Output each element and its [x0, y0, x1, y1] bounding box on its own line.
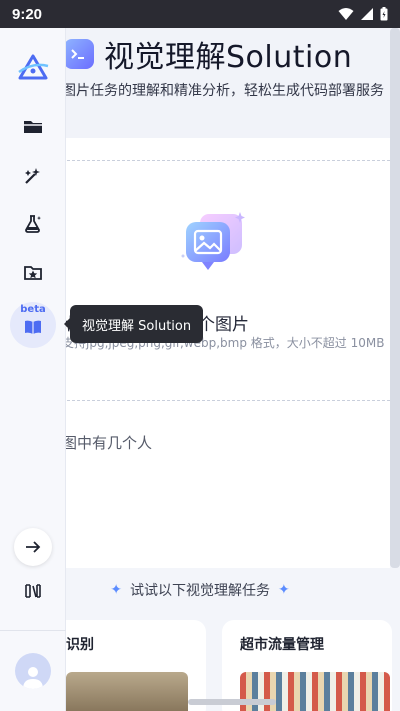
page-subtitle: 图片任务的理解和精准分析，轻松生成代码部署服务: [62, 83, 384, 99]
wifi-icon: [338, 8, 354, 20]
scrollbar[interactable]: [390, 28, 400, 568]
logo-icon: [18, 54, 49, 80]
battery-icon: [380, 7, 388, 21]
prompt-input[interactable]: 图中有几个人: [62, 432, 152, 453]
title-row: 视觉理解Solution: [64, 32, 352, 76]
beta-badge: beta: [20, 304, 46, 315]
sidebar-item-lab[interactable]: [13, 204, 53, 244]
task-card-title: 超市流量管理: [240, 637, 324, 653]
library-icon: [25, 584, 41, 598]
tasks-label-text: 试试以下视觉理解任务: [130, 583, 270, 599]
page-title: 视觉理解Solution: [104, 40, 353, 75]
sidebar: beta: [0, 28, 66, 711]
magic-wand-icon: [25, 168, 40, 184]
sparkle-icon: ✦: [278, 582, 290, 598]
task-card[interactable]: 超市流量管理: [222, 620, 392, 711]
book-icon: [25, 320, 41, 334]
expand-sidebar-button[interactable]: [14, 528, 52, 566]
image-upload-icon[interactable]: [180, 210, 250, 278]
arrow-right-icon: [26, 541, 41, 553]
terminal-app-icon: [64, 39, 94, 69]
app-logo[interactable]: [13, 48, 53, 88]
divider: [0, 630, 66, 631]
status-time: 9:20: [12, 5, 43, 23]
status-bar: 9:20: [0, 0, 400, 28]
folder-icon: [24, 121, 42, 133]
sidebar-item-library[interactable]: [13, 571, 53, 611]
star-folder-icon: [24, 266, 42, 280]
task-card-title: 识别: [66, 637, 94, 653]
sidebar-item-favorites[interactable]: [13, 252, 53, 292]
system-icons: [338, 7, 388, 21]
flask-icon: [25, 215, 41, 233]
divider: [62, 160, 390, 161]
home-indicator[interactable]: [188, 699, 276, 705]
sidebar-item-folder[interactable]: [13, 106, 53, 146]
sidebar-item-magic[interactable]: [13, 156, 53, 196]
task-thumbnail: [66, 672, 188, 711]
tooltip: 视觉理解 Solution: [63, 305, 204, 343]
avatar[interactable]: [15, 653, 51, 689]
divider: [62, 400, 390, 401]
sidebar-item-vision-active[interactable]: beta: [10, 302, 56, 348]
task-thumbnail: [240, 672, 390, 711]
cellular-icon: [361, 8, 373, 20]
user-icon: [23, 667, 43, 689]
sparkle-icon: ✦: [110, 582, 122, 598]
